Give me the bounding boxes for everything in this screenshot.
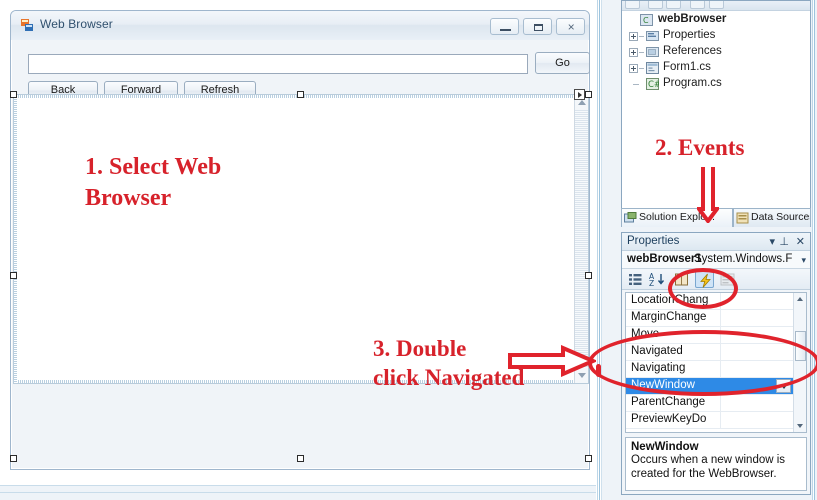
annotation-step-1: 1. Select Web Browser xyxy=(85,154,222,211)
scroll-up-icon[interactable] xyxy=(578,100,586,105)
close-icon: × xyxy=(567,20,575,34)
tab-data-sources[interactable]: Data Sources xyxy=(733,208,811,227)
expander-icon[interactable] xyxy=(629,48,638,57)
solution-tree: C webBrowser Properties References Form1… xyxy=(622,12,810,92)
close-icon[interactable]: ✕ xyxy=(796,235,805,248)
expander-icon[interactable] xyxy=(629,64,638,73)
solution-explorer-toolbar xyxy=(622,1,810,11)
toolbar-search-icon[interactable] xyxy=(731,1,746,9)
tree-item-label: Program.cs xyxy=(663,77,722,89)
tab-label: Data Sources xyxy=(751,211,811,223)
description-text: Occurs when a new window is created for … xyxy=(631,454,786,481)
window-right-edge xyxy=(812,0,817,500)
annotation-ellipse-events-button xyxy=(668,268,738,309)
scroll-down-icon[interactable] xyxy=(797,424,803,428)
close-button[interactable]: × xyxy=(556,18,585,35)
form-file-icon xyxy=(646,62,659,74)
chevron-down-icon[interactable]: ▾ xyxy=(801,255,806,266)
toolbar-refresh-icon[interactable] xyxy=(666,1,681,9)
resize-handle-bottom-center[interactable] xyxy=(297,455,304,462)
scrollbar-track[interactable] xyxy=(575,110,588,368)
solution-explorer-icon xyxy=(624,212,637,223)
description-title: NewWindow xyxy=(631,441,699,453)
resize-handle-top-left[interactable] xyxy=(10,91,17,98)
event-name: ParentChange xyxy=(631,396,706,408)
event-row[interactable]: PreviewKeyDo xyxy=(626,412,806,429)
form-app-icon xyxy=(21,19,33,31)
tree-connector xyxy=(633,84,639,85)
tree-item-program[interactable]: C# Program.cs xyxy=(622,76,810,92)
chevron-down-icon[interactable]: ▾ xyxy=(769,235,775,248)
categorized-icon[interactable] xyxy=(626,271,645,288)
csharp-file-icon: C# xyxy=(646,78,659,90)
expander-icon[interactable] xyxy=(629,32,638,41)
smart-tag-glyph-icon[interactable] xyxy=(574,89,585,100)
event-name: MarginChange xyxy=(631,311,707,323)
tree-item-properties[interactable]: Properties xyxy=(622,28,810,44)
toolbar-button-4-icon[interactable] xyxy=(690,1,705,9)
url-input[interactable] xyxy=(28,54,528,74)
toolbar-button-2-icon[interactable] xyxy=(648,1,663,9)
toolbar-button-1-icon[interactable] xyxy=(625,1,640,9)
selection-hatch-left xyxy=(14,95,17,383)
tree-item-label: Properties xyxy=(663,29,716,41)
tree-connector xyxy=(639,36,644,37)
properties-header: Properties ▾ ⊥ ✕ xyxy=(622,233,810,251)
event-value[interactable] xyxy=(720,412,792,428)
form-title-text: Web Browser xyxy=(40,17,113,31)
data-sources-icon xyxy=(736,212,749,224)
event-name: PreviewKeyDo xyxy=(631,413,707,425)
tree-connector xyxy=(639,52,644,53)
resize-handle-middle-left[interactable] xyxy=(10,272,17,279)
svg-text:C: C xyxy=(643,16,649,25)
event-row[interactable]: ParentChange xyxy=(626,395,806,412)
svg-text:Z: Z xyxy=(649,279,654,288)
properties-folder-icon xyxy=(646,31,659,41)
properties-object-selector[interactable]: webBrowser1 System.Windows.F ▾ xyxy=(622,251,810,269)
resize-handle-bottom-right[interactable] xyxy=(585,455,592,462)
event-value[interactable] xyxy=(720,395,792,411)
properties-title: Properties xyxy=(627,235,680,247)
tree-item-label: webBrowser xyxy=(658,13,727,25)
object-name: webBrowser1 xyxy=(627,253,702,265)
tree-item-references[interactable]: References xyxy=(622,44,810,60)
resize-handle-bottom-left[interactable] xyxy=(10,455,17,462)
ide-screenshot: Web Browser × Go Back Forward Refresh 1.… xyxy=(0,0,817,500)
form-designer-window[interactable]: Web Browser × Go Back Forward Refresh xyxy=(10,10,592,470)
annotation-ellipse-navigated-row xyxy=(588,330,817,396)
form-title-bar: Web Browser × xyxy=(11,11,589,40)
annotation-arrow-down-icon xyxy=(697,167,719,223)
annotation-step-2: 2. Events xyxy=(655,135,745,160)
resize-handle-top-center[interactable] xyxy=(297,91,304,98)
toolbar-button-5-icon[interactable] xyxy=(709,1,724,9)
tree-item-project[interactable]: C webBrowser xyxy=(622,12,810,28)
pin-icon[interactable]: ⊥ xyxy=(779,235,789,248)
annotation-arrow-right-icon xyxy=(508,345,596,377)
scroll-up-icon[interactable] xyxy=(797,297,803,301)
go-button[interactable]: Go xyxy=(535,52,590,74)
tree-item-label: References xyxy=(663,45,722,57)
object-type: System.Windows.F xyxy=(694,253,793,265)
project-csharp-icon: C xyxy=(640,14,653,26)
tree-connector xyxy=(639,68,644,69)
alphabetical-sort-icon[interactable]: A Z xyxy=(647,271,666,288)
minimize-icon xyxy=(500,29,511,31)
tree-item-label: Form1.cs xyxy=(663,61,711,73)
annotation-red-mark xyxy=(596,364,601,377)
maximize-icon xyxy=(534,24,543,31)
maximize-button[interactable] xyxy=(523,18,552,35)
event-row[interactable]: MarginChange xyxy=(626,310,806,327)
tree-item-form1[interactable]: Form1.cs xyxy=(622,60,810,76)
resize-handle-top-right[interactable] xyxy=(585,91,592,98)
references-folder-icon xyxy=(646,47,659,57)
property-description-panel: NewWindow Occurs when a new window is cr… xyxy=(625,437,807,491)
minimize-button[interactable] xyxy=(490,18,519,35)
designer-divider-1 xyxy=(0,485,600,486)
svg-text:C#: C# xyxy=(648,80,659,90)
resize-handle-middle-right[interactable] xyxy=(585,272,592,279)
designer-divider-2 xyxy=(0,492,600,493)
event-value[interactable] xyxy=(720,310,792,326)
